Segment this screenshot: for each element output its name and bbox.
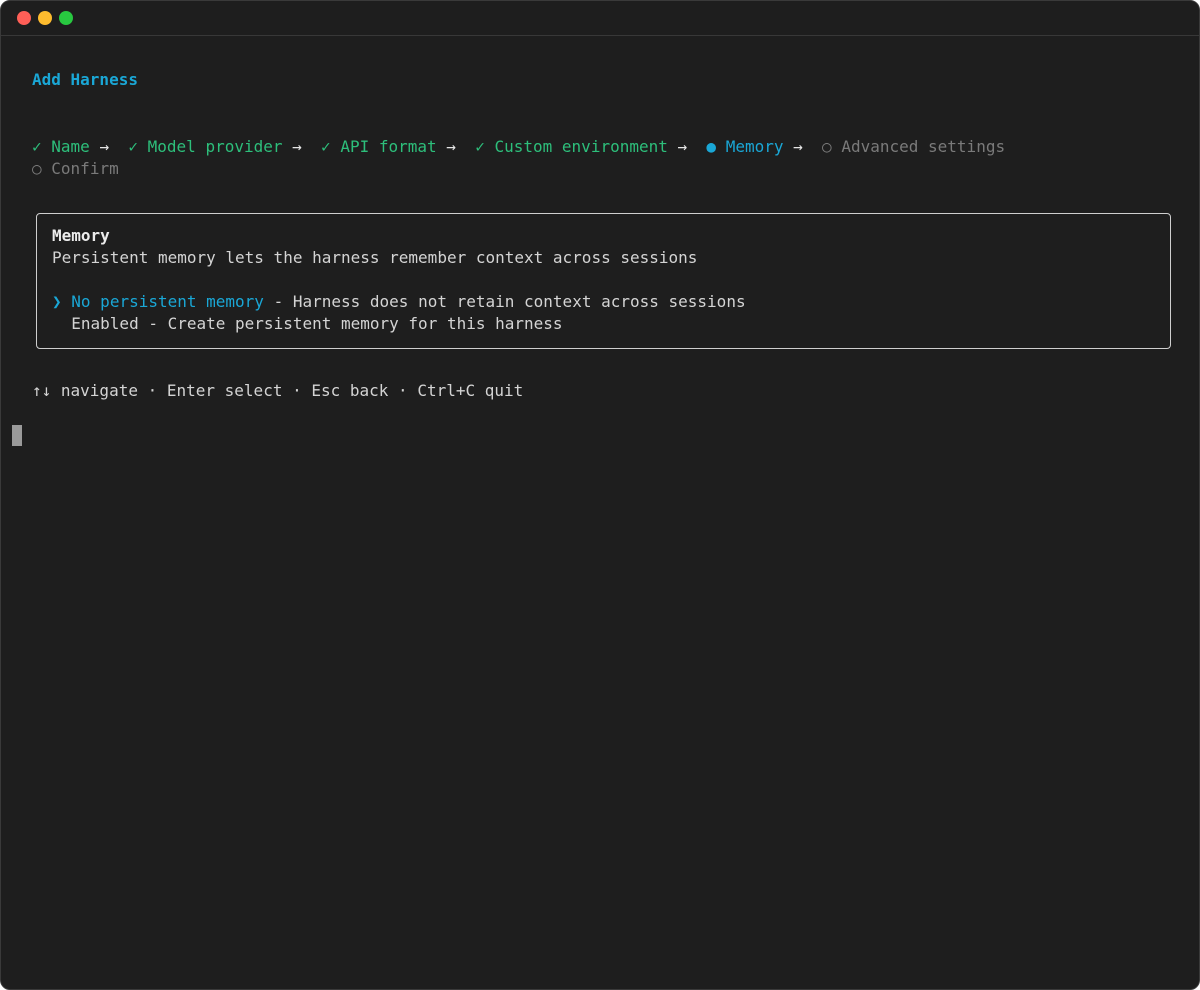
step-progress: ✓ Name → ✓ Model provider → ✓ API format… xyxy=(32,136,1005,158)
check-icon: ✓ xyxy=(128,137,138,156)
maximize-window-button[interactable] xyxy=(59,11,73,25)
terminal-cursor xyxy=(12,425,22,446)
check-icon: ✓ xyxy=(475,137,485,156)
panel-heading: Memory xyxy=(52,226,110,245)
step-model-provider: ✓ Model provider xyxy=(128,137,283,156)
step-custom-environment: ✓ Custom environment xyxy=(475,137,668,156)
arrow-right-icon: → xyxy=(446,137,456,156)
keyboard-help: ↑↓ navigate · Enter select · Esc back · … xyxy=(32,381,524,400)
arrow-right-icon: → xyxy=(99,137,110,156)
option-no-persistent-memory[interactable]: ❯ No persistent memory - Harness does no… xyxy=(52,291,746,313)
empty-circle-icon: ○ xyxy=(32,159,42,178)
option-enabled[interactable]: Enabled - Create persistent memory for t… xyxy=(52,313,563,335)
close-window-button[interactable] xyxy=(17,11,31,25)
check-icon: ✓ xyxy=(321,137,331,156)
option-label: Enabled xyxy=(71,314,139,333)
step-progress-continued: ○ Confirm xyxy=(32,158,119,180)
title-bar xyxy=(1,1,1199,36)
chevron-right-icon: ❯ xyxy=(52,292,62,311)
option-label: No persistent memory xyxy=(71,292,264,311)
option-description: - Harness does not retain context across… xyxy=(263,292,746,311)
step-advanced-settings: ○ Advanced settings xyxy=(822,137,1006,156)
step-name: ✓ Name xyxy=(32,137,90,156)
option-description: - Create persistent memory for this harn… xyxy=(138,314,563,333)
arrow-right-icon: → xyxy=(677,137,688,156)
minimize-window-button[interactable] xyxy=(38,11,52,25)
panel-description: Persistent memory lets the harness remem… xyxy=(52,248,698,267)
empty-circle-icon: ○ xyxy=(822,137,832,156)
filled-circle-icon: ● xyxy=(706,137,717,156)
terminal-window: Add Harness ✓ Name → ✓ Model provider → … xyxy=(0,0,1200,990)
arrow-right-icon: → xyxy=(793,137,803,156)
check-icon: ✓ xyxy=(32,137,42,156)
step-api-format: ✓ API format xyxy=(321,137,437,156)
arrow-right-icon: → xyxy=(292,137,302,156)
step-memory: ● Memory xyxy=(706,137,784,156)
memory-panel: Memory Persistent memory lets the harnes… xyxy=(36,213,1171,349)
step-confirm: ○ Confirm xyxy=(32,159,119,178)
page-title: Add Harness xyxy=(32,70,138,89)
